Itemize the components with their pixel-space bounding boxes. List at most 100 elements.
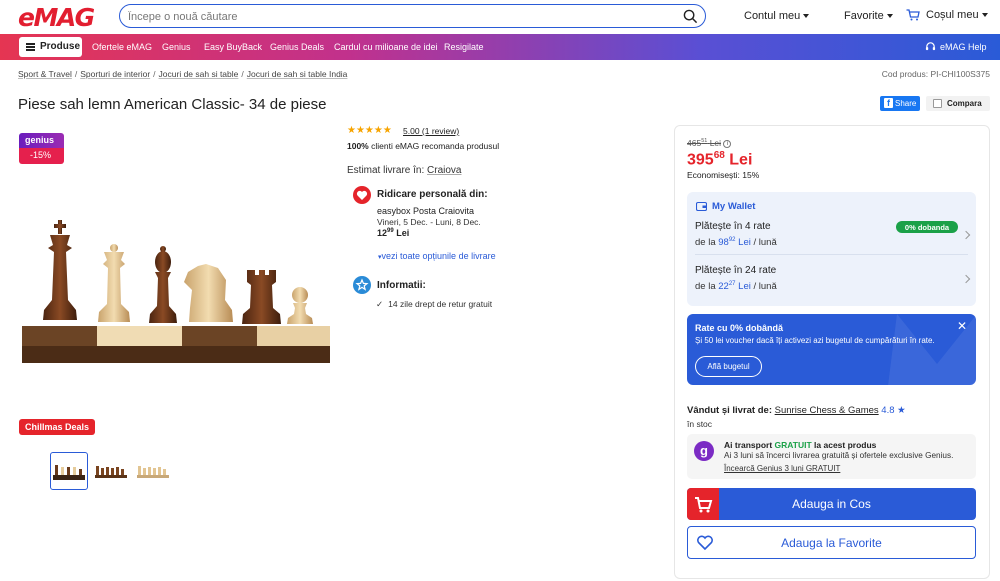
- product-code: Cod produs: PI-CHI100S375: [881, 69, 990, 79]
- thumbnail-2[interactable]: [93, 452, 131, 490]
- add-to-cart-button[interactable]: Adauga in Cos: [687, 488, 976, 520]
- share-button[interactable]: f Share: [880, 96, 920, 111]
- genius-badge-label: genius: [19, 133, 64, 148]
- nav-item-ofertele[interactable]: Ofertele eMAG: [92, 42, 152, 52]
- close-icon[interactable]: ✕: [957, 320, 967, 332]
- favorites-label: Favorite: [844, 10, 884, 22]
- delivery-estimate: Estimat livrare în: Craiova: [347, 165, 462, 176]
- recommend-percent: 100%: [347, 141, 369, 151]
- facebook-icon: f: [884, 98, 893, 108]
- pickup-price-dec: 99: [387, 228, 394, 234]
- return-policy: ✓ 14 zile drept de retur gratuit: [376, 299, 492, 310]
- cart-menu[interactable]: Coșul meu: [906, 9, 988, 21]
- chillmas-deals-badge[interactable]: Chillmas Deals: [19, 419, 95, 435]
- installment-24-dec: 27: [728, 281, 736, 287]
- breadcrumb-item[interactable]: Jocuri de sah si table India: [247, 69, 348, 79]
- installment-4-prefix: de la: [695, 237, 719, 249]
- product-image[interactable]: [22, 190, 330, 365]
- discount-label: -15%: [19, 148, 64, 164]
- search-icon[interactable]: [683, 9, 698, 24]
- installment-24-suffix: / lună: [750, 281, 777, 293]
- account-menu[interactable]: Contul meu: [744, 10, 810, 22]
- headset-icon: [925, 42, 936, 51]
- installment-4-dec: 92: [728, 237, 736, 243]
- cart-icon: [906, 9, 920, 21]
- chevron-right-icon: [961, 230, 971, 240]
- breadcrumb-item[interactable]: Sporturi de interior: [80, 69, 150, 79]
- chevron-down-icon: [803, 14, 810, 19]
- price-dec: 68: [713, 150, 725, 161]
- thumbnail-3[interactable]: [135, 452, 173, 490]
- genius-logo-icon: g: [694, 441, 714, 461]
- nav-item-cardul[interactable]: Cardul cu milioane de idei: [334, 42, 438, 52]
- breadcrumb-item[interactable]: Jocuri de sah si table: [159, 69, 239, 79]
- seller-info: Vândut și livrat de: Sunrise Chess & Gam…: [687, 405, 906, 416]
- savings: Economisești: 15%: [687, 170, 760, 180]
- old-price: 46551 Lei i: [687, 138, 732, 148]
- nav-item-genius-deals[interactable]: Genius Deals: [270, 42, 324, 52]
- rating-stars[interactable]: ★★★★★: [347, 125, 392, 136]
- return-label: 14 zile drept de retur gratuit: [388, 299, 493, 309]
- chevron-down-icon: [886, 14, 893, 19]
- installment-4-int: 98: [718, 237, 729, 249]
- produse-label: Produse: [40, 41, 81, 52]
- pickup-dates: Vineri, 5 Dec. - Luni, 8 Dec.: [377, 217, 481, 227]
- breadcrumb-item[interactable]: Sport & Travel: [18, 69, 72, 79]
- share-label: Share: [895, 99, 917, 108]
- seller-link[interactable]: Sunrise Chess & Games: [775, 405, 879, 416]
- pickup-currency: Lei: [396, 228, 410, 238]
- installment-24[interactable]: Plătește în 24 rate de la 2227 Lei / lun…: [687, 257, 976, 299]
- pickup-price-int: 12: [377, 228, 388, 238]
- check-icon: ✓: [376, 299, 384, 309]
- price-int: 395: [687, 151, 714, 169]
- all-delivery-options-link[interactable]: ▾vezi toate opțiunile de livrare: [378, 251, 496, 261]
- all-delivery-options-label: vezi toate opțiunile de livrare: [381, 251, 496, 261]
- current-price: 39568 Lei: [687, 150, 752, 169]
- favorites-menu[interactable]: Favorite: [844, 10, 893, 22]
- page-title: Piese sah lemn American Classic- 34 de p…: [18, 96, 327, 113]
- installment-4-title: Plătește în 4 rate: [695, 221, 771, 232]
- genius-shipping-pre: Ai transport: [724, 440, 775, 450]
- recommend-label: clienti eMAG recomanda produsul: [368, 141, 500, 151]
- breadcrumb: Sport & Travel / Sporturi de interior / Jocu…: [18, 69, 348, 79]
- recommend-text: 100% clienti eMAG recomanda produsul: [347, 141, 499, 151]
- compare-label: Compara: [947, 99, 982, 108]
- installment-24-prefix: de la: [695, 281, 719, 293]
- add-to-favorites-button[interactable]: Adauga la Favorite: [687, 526, 976, 559]
- pickup-place: easybox Posta Craiovita: [377, 206, 475, 216]
- nav-item-resigilate[interactable]: Resigilate: [444, 42, 484, 52]
- thumbnail-1[interactable]: [50, 452, 88, 490]
- menu-icon: [26, 43, 35, 51]
- compare-checkbox[interactable]: [933, 99, 942, 108]
- rating-link[interactable]: 5.00 (1 review): [403, 126, 459, 136]
- installment-24-title: Plătește în 24 rate: [695, 265, 777, 276]
- emag-logo[interactable]: eMAG: [18, 3, 95, 32]
- installments-promo: Rate cu 0% dobândă Și 50 lei voucher dac…: [687, 314, 976, 385]
- genius-shipping-post: la acest produs: [811, 440, 877, 450]
- genius-discount-badge: genius -15%: [19, 133, 64, 164]
- header: eMAG Contul meu Favorite Coșul meu: [0, 0, 1000, 34]
- help-link[interactable]: eMAG Help: [925, 42, 987, 52]
- cart-icon: [687, 488, 719, 520]
- find-budget-button[interactable]: Află bugetul: [695, 356, 762, 377]
- seller-rating: 4.8: [881, 405, 895, 416]
- nav-item-genius[interactable]: Genius: [162, 42, 191, 52]
- info-title: Informatii:: [377, 280, 426, 291]
- city-link[interactable]: Craiova: [427, 165, 461, 176]
- installment-24-currency: Lei: [738, 281, 751, 293]
- installment-4[interactable]: Plătește în 4 rate 0% dobanda de la 9892…: [687, 214, 976, 254]
- divider: [695, 254, 968, 255]
- pickup-icon: [353, 186, 371, 204]
- produse-button[interactable]: Produse: [19, 37, 82, 57]
- old-price-dec: 51: [701, 138, 708, 145]
- add-to-favorites-label: Adauga la Favorite: [781, 536, 882, 550]
- search-input[interactable]: [128, 8, 668, 25]
- add-to-cart-label: Adauga in Cos: [792, 497, 871, 511]
- info-circle-icon[interactable]: i: [723, 139, 732, 148]
- compare-button[interactable]: Compara: [926, 96, 990, 111]
- search-box[interactable]: [119, 4, 706, 28]
- wallet-icon: [696, 201, 707, 211]
- wallet-box: My Wallet Plătește în 4 rate 0% dobanda …: [687, 192, 976, 306]
- genius-trial-link[interactable]: Încearcă Genius 3 luni GRATUIT: [724, 464, 840, 473]
- nav-item-easy-buyback[interactable]: Easy BuyBack: [204, 42, 262, 52]
